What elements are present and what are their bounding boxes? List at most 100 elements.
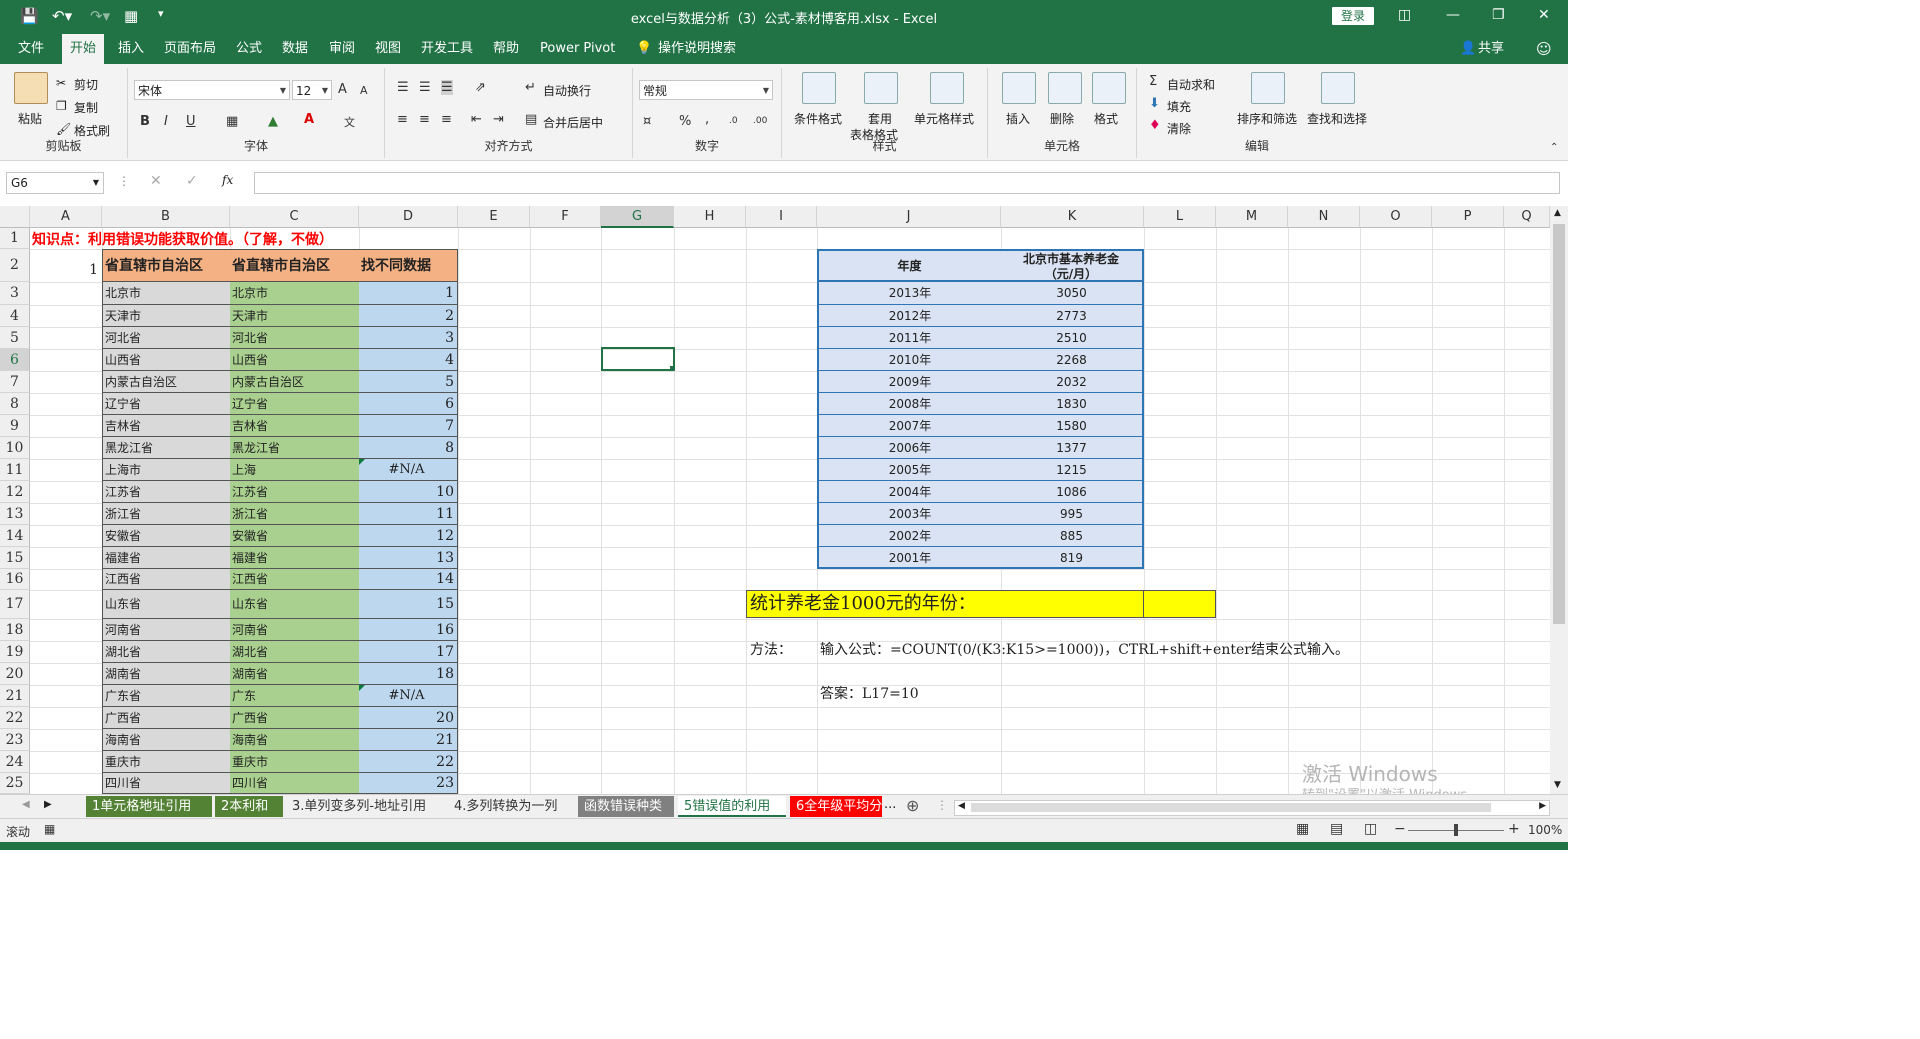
pension-amount-cell[interactable]: 1580 — [1001, 415, 1144, 437]
tab-power-pivot[interactable]: Power Pivot — [540, 34, 615, 64]
list-cell-province-copy[interactable]: 河南省 — [230, 619, 360, 641]
phonetic-icon[interactable]: 文 — [344, 114, 355, 130]
decrease-decimal-icon[interactable]: .00 — [753, 116, 767, 126]
list-cell-error[interactable]: #N/A — [359, 459, 458, 481]
list-cell-province-copy[interactable]: 福建省 — [230, 547, 360, 569]
answer-text[interactable]: 答案：L17=10 — [820, 683, 919, 703]
list-cell-index[interactable]: 5 — [359, 371, 458, 393]
pension-year-cell[interactable]: 2007年 — [817, 415, 1002, 437]
delete-cells-button[interactable]: 删除 — [1050, 110, 1074, 127]
question-cell[interactable]: 统计养老金1000元的年份： — [746, 590, 1144, 618]
list-cell-province-copy[interactable]: 北京市 — [230, 282, 360, 305]
column-header-f[interactable]: F — [530, 206, 601, 228]
list-cell-province-copy[interactable]: 黑龙江省 — [230, 437, 360, 459]
tab-data[interactable]: 数据 — [282, 34, 308, 64]
list-cell-province-copy[interactable]: 广西省 — [230, 707, 360, 729]
zoom-out-icon[interactable]: − — [1394, 821, 1406, 837]
list-cell-province[interactable]: 北京市 — [102, 282, 231, 305]
pension-amount-cell[interactable]: 1377 — [1001, 437, 1144, 459]
cut-button[interactable]: 剪切 — [74, 76, 98, 93]
list-cell-error[interactable]: #N/A — [359, 685, 458, 707]
list-cell-index[interactable]: 11 — [359, 503, 458, 525]
format-table-button[interactable]: 套用 — [868, 110, 892, 127]
column-header-a[interactable]: A — [30, 206, 102, 228]
list-cell-index[interactable]: 12 — [359, 525, 458, 547]
fill-handle[interactable] — [670, 366, 673, 369]
formula-input[interactable] — [254, 172, 1560, 194]
row-header-2[interactable]: 2 — [0, 249, 30, 282]
list-cell-province[interactable]: 山西省 — [102, 349, 231, 371]
list-cell-index[interactable]: 10 — [359, 481, 458, 503]
row-header-25[interactable]: 25 — [0, 773, 30, 794]
list-cell-province-copy[interactable]: 浙江省 — [230, 503, 360, 525]
tab-page-layout[interactable]: 页面布局 — [164, 34, 216, 64]
percent-button[interactable]: % — [679, 114, 691, 129]
list-cell-province[interactable]: 河北省 — [102, 327, 231, 349]
list-cell-index[interactable]: 18 — [359, 663, 458, 685]
list-cell-index[interactable]: 23 — [359, 773, 458, 794]
column-header-p[interactable]: P — [1432, 206, 1504, 228]
find-select-button[interactable]: 查找和选择 — [1307, 110, 1367, 127]
pension-amount-cell[interactable]: 1086 — [1001, 481, 1144, 503]
paste-icon[interactable] — [14, 72, 48, 104]
answer-cell-l17[interactable] — [1143, 590, 1216, 618]
pension-amount-cell[interactable]: 2773 — [1001, 305, 1144, 327]
zoom-slider-thumb[interactable] — [1454, 824, 1458, 836]
row-header-9[interactable]: 9 — [0, 415, 30, 437]
tab-help[interactable]: 帮助 — [493, 34, 519, 64]
row-header-23[interactable]: 23 — [0, 729, 30, 751]
list-cell-province[interactable]: 河南省 — [102, 619, 231, 641]
merge-center-button[interactable]: 合并后居中 — [543, 114, 603, 131]
pension-year-cell[interactable]: 2006年 — [817, 437, 1002, 459]
currency-icon[interactable]: ¤ — [643, 114, 651, 129]
grow-font-button[interactable]: A — [338, 82, 347, 97]
list-cell-province-copy[interactable]: 重庆市 — [230, 751, 360, 773]
delete-cells-icon[interactable] — [1048, 72, 1082, 104]
column-header-c[interactable]: C — [230, 206, 359, 228]
row-header-15[interactable]: 15 — [0, 547, 30, 569]
sheet-tab[interactable]: 3.单列变多列-地址引用 — [286, 796, 444, 817]
list-cell-index[interactable]: 15 — [359, 590, 458, 619]
format-cells-button[interactable]: 格式 — [1094, 110, 1118, 127]
row-header-12[interactable]: 12 — [0, 481, 30, 503]
prev-sheet-icon[interactable]: ◀ — [22, 799, 30, 810]
align-top-icon[interactable]: ☰ — [397, 80, 409, 95]
fill-color-icon[interactable]: ▲ — [268, 114, 278, 129]
conditional-format-button[interactable]: 条件格式 — [794, 110, 842, 127]
close-icon[interactable]: ✕ — [1538, 7, 1550, 23]
scroll-up-icon[interactable]: ▲ — [1554, 208, 1561, 218]
pension-amount-cell[interactable]: 1830 — [1001, 393, 1144, 415]
row-header-17[interactable]: 17 — [0, 590, 30, 619]
list-cell-province[interactable]: 吉林省 — [102, 415, 231, 437]
row-header-10[interactable]: 10 — [0, 437, 30, 459]
list-cell-province-copy[interactable]: 吉林省 — [230, 415, 360, 437]
method-text[interactable]: 输入公式：=COUNT(0/(K3:K15>=1000))，CTRL+shift… — [820, 639, 1349, 659]
pension-amount-cell[interactable]: 2032 — [1001, 371, 1144, 393]
list-cell-index[interactable]: 3 — [359, 327, 458, 349]
cell-a2[interactable]: 1 — [31, 249, 101, 281]
list-cell-province[interactable]: 浙江省 — [102, 503, 231, 525]
sheet-tab[interactable]: 4.多列转换为一列 — [448, 796, 574, 817]
list-cell-province[interactable]: 江西省 — [102, 569, 231, 590]
collapse-ribbon-icon[interactable]: ⌃ — [1550, 142, 1558, 153]
column-header-l[interactable]: L — [1144, 206, 1216, 228]
list-cell-province-copy[interactable]: 海南省 — [230, 729, 360, 751]
pension-year-cell[interactable]: 2005年 — [817, 459, 1002, 481]
list-cell-index[interactable]: 14 — [359, 569, 458, 590]
list-cell-index[interactable]: 22 — [359, 751, 458, 773]
row-header-7[interactable]: 7 — [0, 371, 30, 393]
row-header-4[interactable]: 4 — [0, 305, 30, 327]
tab-file[interactable]: 文件 — [18, 34, 44, 64]
pension-year-cell[interactable]: 2002年 — [817, 525, 1002, 547]
fill-button[interactable]: 填充 — [1167, 98, 1191, 115]
align-bottom-icon[interactable]: ☰ — [441, 80, 453, 95]
list-cell-index[interactable]: 17 — [359, 641, 458, 663]
vertical-scroll-thumb[interactable] — [1553, 224, 1565, 624]
pension-year-cell[interactable]: 2011年 — [817, 327, 1002, 349]
knowledge-note[interactable]: 知识点：利用错误功能获取价值。（了解，不做） — [32, 229, 333, 248]
next-sheet-icon[interactable]: ▶ — [44, 799, 52, 810]
column-header-d[interactable]: D — [359, 206, 458, 228]
column-header-e[interactable]: E — [458, 206, 530, 228]
row-header-13[interactable]: 13 — [0, 503, 30, 525]
pension-year-cell[interactable]: 2009年 — [817, 371, 1002, 393]
